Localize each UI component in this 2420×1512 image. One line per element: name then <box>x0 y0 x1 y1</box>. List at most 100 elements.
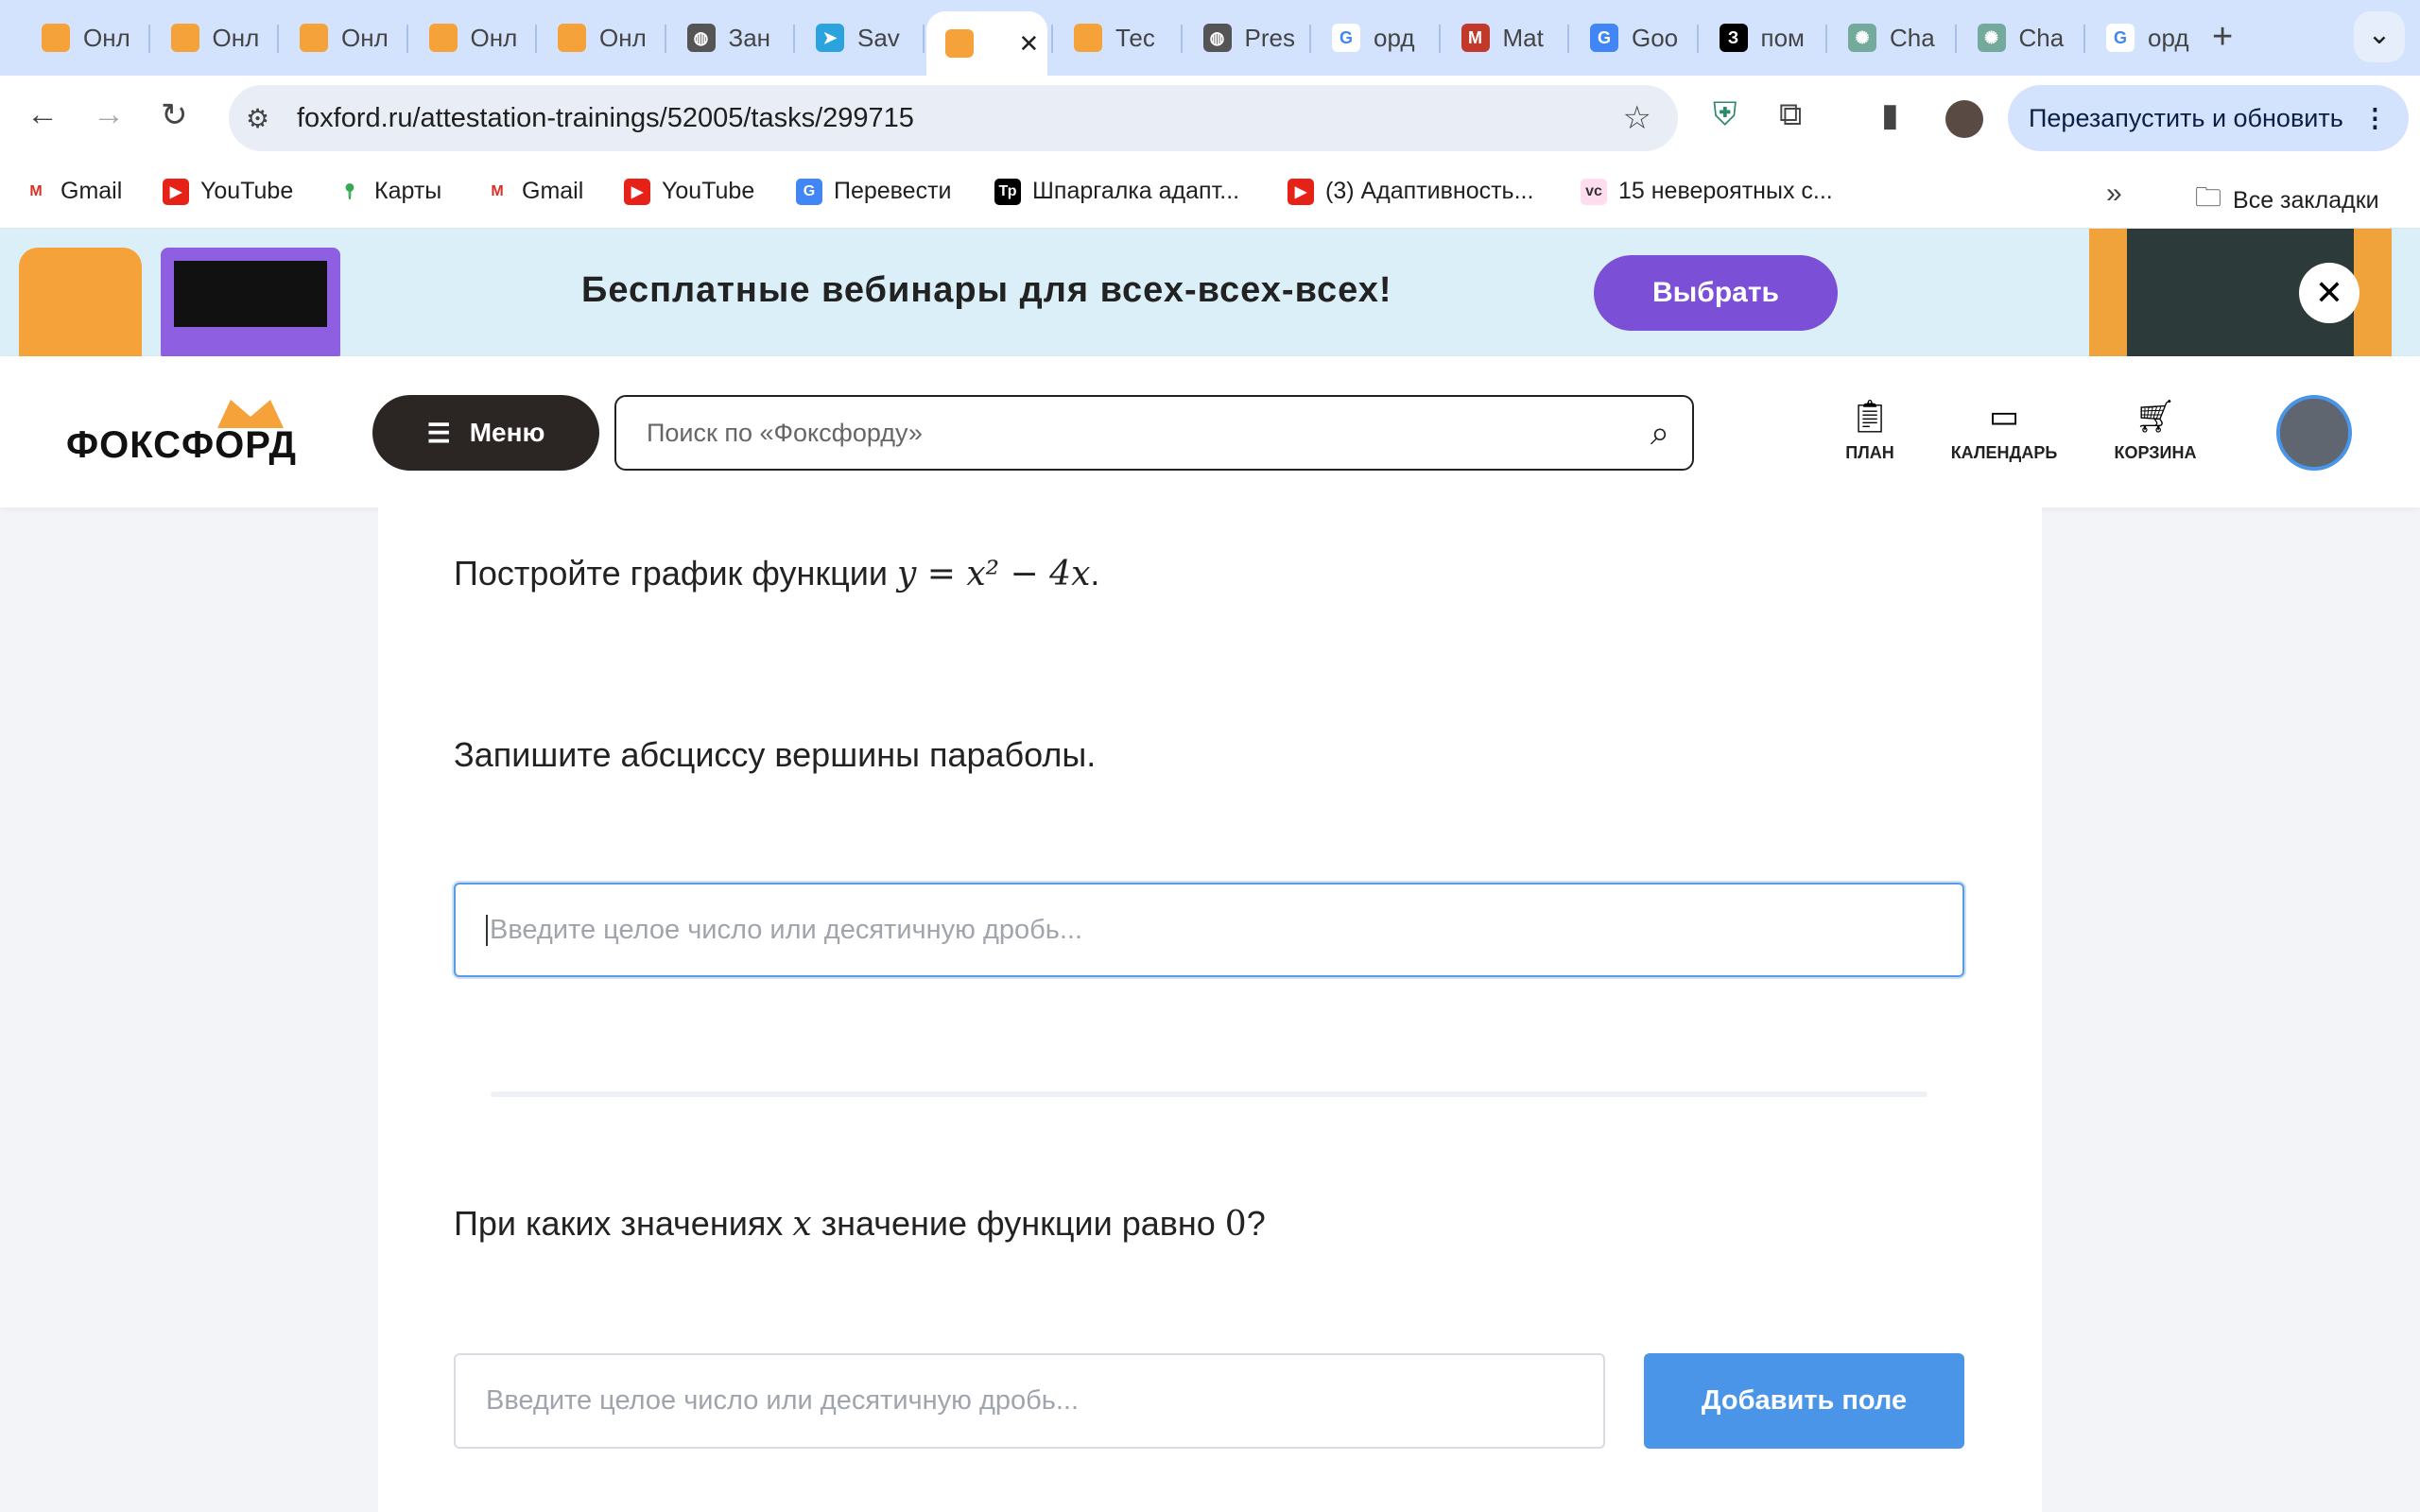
restart-label: Перезапустить и обновить <box>2029 103 2343 132</box>
maps-icon: 📍︎ <box>337 178 363 205</box>
tab-search-button[interactable]: ⌄ <box>2354 11 2405 62</box>
q2-end: ? <box>1246 1204 1266 1243</box>
nav-calendar[interactable]: ▭ КАЛЕНДАРЬ <box>1947 398 2061 463</box>
extensions-icon[interactable]: ⧉ <box>1779 96 1802 133</box>
tab-separator <box>1438 25 1441 53</box>
tab-close-icon[interactable]: ✕ <box>1019 29 1040 59</box>
gmail-icon: M <box>484 178 510 205</box>
side-panel-icon[interactable]: ▮ <box>1881 96 1899 134</box>
google-icon: G <box>1332 24 1360 52</box>
formula: y = x² − 4x <box>896 555 1091 593</box>
nav-plan[interactable]: 📋︎ ПЛАН <box>1843 398 1896 463</box>
vpn-shield-icon[interactable]: ⛨ <box>1713 96 1737 133</box>
vertex-answer-input[interactable]: Введите целое число или десятичную дробь… <box>454 883 1964 977</box>
tab-separator <box>406 25 408 53</box>
tab-separator <box>1954 25 1957 53</box>
statement-text: Постройте график функции <box>454 554 897 593</box>
tab-title: Cha <box>1890 23 1935 52</box>
profile-avatar[interactable] <box>1945 100 1983 138</box>
tab-separator <box>1309 25 1311 53</box>
foxford-icon <box>944 29 974 58</box>
bookmark-item[interactable]: Тр Шпаргалка адапт... <box>994 178 1239 205</box>
tab[interactable]: ✺ Cha <box>1829 13 1951 62</box>
bookmark-item[interactable]: ▶ YouTube <box>163 178 293 205</box>
m-icon: M <box>1461 24 1490 52</box>
tab-title: Онл <box>212 23 260 52</box>
site-search-input[interactable]: Поиск по «Фоксфорду» ⌕ <box>614 395 1694 471</box>
tab-title: орд <box>1374 23 1415 52</box>
tab[interactable]: Онл <box>281 13 403 62</box>
bookmark-star-icon[interactable]: ☆ <box>1623 99 1651 137</box>
tab-separator <box>1567 25 1569 53</box>
tab[interactable]: ➤ Sav <box>797 13 919 62</box>
menu-label: Меню <box>469 418 545 447</box>
tab-separator <box>2083 25 2085 53</box>
tab[interactable]: Онл <box>23 13 145 62</box>
url-text: foxford.ru/attestation-trainings/52005/t… <box>297 102 914 133</box>
foxford-icon <box>170 24 199 52</box>
tab[interactable]: M Mat <box>1443 13 1564 62</box>
more-menu-icon[interactable]: ⋮ <box>2362 104 2388 133</box>
all-bookmarks[interactable]: 🗀 Все закладки <box>2195 178 2379 223</box>
bookmark-item[interactable]: 📍︎ Карты <box>337 178 441 205</box>
bookmark-label: YouTube <box>200 178 294 204</box>
tp-icon: Тр <box>994 178 1021 205</box>
add-field-button[interactable]: Добавить поле <box>1644 1353 1964 1449</box>
tab[interactable]: ✺ Cha <box>1959 13 2081 62</box>
reload-icon[interactable]: ↻ <box>161 96 188 134</box>
foxford-logo[interactable]: ФОКСФОРД <box>66 424 297 467</box>
restart-update-button[interactable]: Перезапустить и обновить ⋮ <box>2008 85 2409 151</box>
fox-mascot-illustration <box>19 248 142 356</box>
answer-placeholder: Введите целое число или десятичную дробь… <box>486 1385 1080 1416</box>
bookmark-item[interactable]: G Перевести <box>796 178 952 205</box>
nav-calendar-label: КАЛЕНДАРЬ <box>1950 443 2058 462</box>
q2-var: x <box>792 1205 812 1244</box>
back-icon[interactable]: ← <box>26 96 59 133</box>
banner-choose-button[interactable]: Выбрать <box>1594 255 1838 331</box>
tab-title: Онл <box>599 23 647 52</box>
cart-icon: 🛒︎ <box>2135 399 2176 435</box>
tab[interactable]: Онл <box>152 13 274 62</box>
banner-close-button[interactable]: ✕ <box>2299 263 2360 323</box>
bookmark-label: Gmail <box>522 178 584 204</box>
tab[interactable]: G Goo <box>1571 13 1693 62</box>
search-placeholder: Поиск по «Фоксфорду» <box>647 418 923 447</box>
new-tab-button[interactable]: + <box>2212 17 2233 58</box>
tab[interactable]: ◍ Pres <box>1184 13 1306 62</box>
user-avatar[interactable] <box>2276 395 2352 471</box>
site-settings-icon[interactable]: ⚙ <box>246 103 269 134</box>
statement-end: . <box>1090 554 1100 593</box>
tab[interactable]: Gорд <box>2087 13 2209 62</box>
tab-separator <box>147 25 150 53</box>
nav-cart[interactable]: 🛒︎ КОРЗИНА <box>2108 398 2203 463</box>
answer-placeholder: Введите целое число или десятичную дробь… <box>486 914 1082 946</box>
bookmark-item[interactable]: M Gmail <box>23 178 122 205</box>
tab[interactable]: ◍ Зан <box>668 13 790 62</box>
forward-icon[interactable]: → <box>93 96 125 133</box>
bookmark-item[interactable]: vc 15 невероятных с... <box>1581 178 1833 205</box>
tab[interactable]: Онл <box>539 13 661 62</box>
address-bar[interactable]: ⚙ foxford.ru/attestation-trainings/52005… <box>229 85 1678 151</box>
tab[interactable]: Онл <box>410 13 532 62</box>
bookmark-item[interactable]: M Gmail <box>484 178 583 205</box>
bookmark-item[interactable]: ▶ YouTube <box>624 178 754 205</box>
google-icon: G <box>2106 24 2135 52</box>
menu-button[interactable]: ☰ Меню <box>372 395 599 471</box>
search-icon[interactable]: ⌕ <box>1651 413 1669 454</box>
q2-text: При каких значениях <box>454 1204 793 1243</box>
tab-title: Sav <box>857 23 900 52</box>
more-bookmarks-icon[interactable]: » <box>2106 178 2122 210</box>
clipboard-icon: 📋︎ <box>1849 399 1891 435</box>
tab-title: Зан <box>728 23 771 52</box>
tab[interactable]: Зпом <box>1701 13 1823 62</box>
bookmark-item[interactable]: ▶ (3) Адаптивность... <box>1288 178 1533 205</box>
foxford-icon <box>1074 24 1102 52</box>
bookmark-label: YouTube <box>662 178 755 204</box>
google-translate-icon: G <box>1590 24 1618 52</box>
tab[interactable]: Gорд <box>1313 13 1435 62</box>
zeros-answer-input[interactable]: Введите целое число или десятичную дробь… <box>454 1353 1605 1449</box>
foxford-icon <box>300 24 328 52</box>
laptop-illustration <box>161 248 340 356</box>
tab-active[interactable]: ✕ <box>925 11 1047 76</box>
tab[interactable]: Тес <box>1055 13 1177 62</box>
